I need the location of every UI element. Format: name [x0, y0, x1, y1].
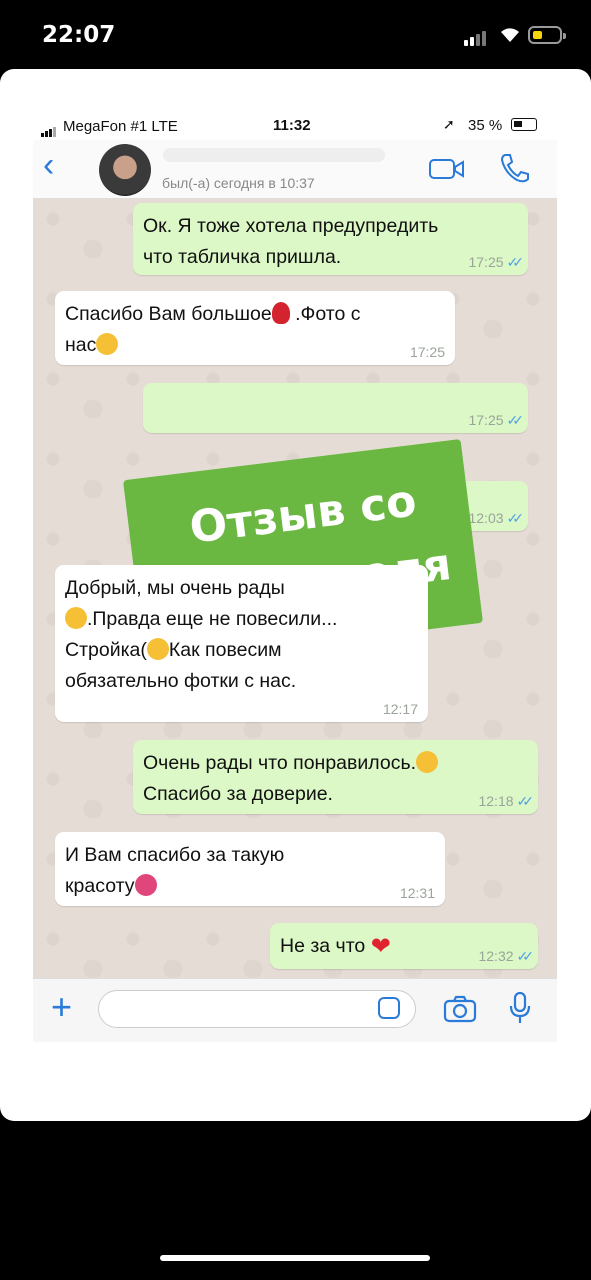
smile-emoji-icon [146, 638, 169, 660]
message-text: Добрый, мы очень рады [65, 577, 285, 599]
inner-status-time: 11:32 [273, 117, 311, 134]
wink-emoji-icon [416, 751, 439, 773]
chat-header: ‹ был(-а) сегодня в 10:37 [33, 140, 557, 199]
message-text: Не за что [280, 935, 366, 957]
message-text: Стройка( [65, 639, 147, 661]
message-text: Ок. Я тоже хотела предупредить [143, 215, 439, 237]
inner-status-bar: MegaFon #1 LTE 11:32 ➚ 35 % [33, 112, 557, 140]
message-text: Спасибо за доверие. [143, 783, 333, 805]
message-text: красоту [65, 875, 135, 897]
heart-eyes-emoji-icon [65, 607, 87, 629]
rose-emoji-icon [271, 302, 290, 324]
message-text: Очень рады что понравилось. [143, 752, 417, 774]
video-call-icon[interactable] [429, 158, 465, 185]
message-text: что табличка пришла. [143, 246, 342, 268]
chat-area: Ок. Я тоже хотела предупредить что табли… [33, 199, 557, 978]
message-input[interactable] [98, 990, 416, 1028]
wink-emoji-icon [96, 333, 119, 355]
message-bubble-outgoing[interactable]: Очень рады что понравилось. Спасибо за д… [133, 740, 538, 814]
message-text: Спасибо Вам большое [65, 303, 272, 325]
wifi-icon [498, 24, 522, 49]
inner-battery-icon [511, 118, 537, 131]
whatsapp-screenshot: MegaFon #1 LTE 11:32 ➚ 35 % ‹ был(-а) се… [33, 112, 557, 1042]
message-time: 17:25 ✓✓ [468, 254, 525, 270]
last-seen-status: был(-а) сегодня в 10:37 [162, 175, 315, 191]
message-bubble-outgoing[interactable]: Ок. Я тоже хотела предупредить что табли… [133, 203, 528, 275]
read-receipt-icon: ✓✓ [506, 510, 525, 526]
message-bubble-incoming[interactable]: И Вам спасибо за такую красоту 12:31 [55, 832, 445, 906]
outer-status-time: 22:07 [42, 22, 116, 48]
read-receipt-icon: ✓✓ [516, 948, 535, 964]
sticker-icon[interactable] [378, 997, 400, 1019]
message-time: 12:03 ✓✓ [468, 510, 525, 526]
message-text: обязательно фотки с нас. [65, 670, 297, 692]
back-icon[interactable]: ‹ [43, 148, 54, 182]
message-time: 12:31 [399, 885, 435, 901]
message-time: 12:32 ✓✓ [478, 948, 535, 964]
message-input-bar: + [33, 978, 557, 1042]
carrier-label: MegaFon #1 LTE [63, 118, 178, 135]
message-time: 17:25 [409, 344, 445, 360]
read-receipt-icon: ✓✓ [516, 793, 535, 809]
microphone-icon[interactable] [508, 991, 532, 1030]
message-bubble-incoming[interactable]: Добрый, мы очень рады .Правда еще не пов… [55, 565, 428, 722]
contact-name-redacted[interactable] [163, 148, 385, 162]
message-text: И Вам спасибо за такую [65, 844, 285, 866]
message-time: 12:18 ✓✓ [478, 793, 535, 809]
battery-icon [528, 26, 566, 44]
plus-icon[interactable]: + [51, 989, 72, 1025]
battery-percent: 35 % [468, 117, 503, 134]
message-text: нас [65, 334, 97, 356]
avatar[interactable] [99, 144, 151, 196]
message-text: .Фото с [295, 303, 361, 325]
hibiscus-emoji-icon [134, 874, 157, 896]
message-bubble-outgoing[interactable]: Не за что ❤ 12:32 ✓✓ [270, 923, 538, 969]
phone-call-icon[interactable] [499, 152, 529, 189]
message-bubble-incoming[interactable]: Спасибо Вам большое .Фото с нас 17:25 [55, 291, 455, 365]
message-bubble-outgoing[interactable]: 17:25 ✓✓ [143, 383, 528, 433]
location-arrow-icon: ➚ [443, 116, 455, 132]
message-text: Как повесим [168, 639, 282, 661]
message-text: .Правда еще не повесили... [87, 608, 338, 630]
home-indicator[interactable] [160, 1255, 430, 1261]
camera-icon[interactable] [443, 995, 477, 1028]
inner-signal-icon [41, 120, 57, 137]
message-time: 12:17 [382, 701, 418, 717]
cellular-signal-icon [464, 28, 488, 46]
read-receipt-icon: ✓✓ [506, 412, 525, 428]
message-time: 17:25 ✓✓ [468, 412, 525, 428]
read-receipt-icon: ✓✓ [506, 254, 525, 270]
heart-emoji-icon: ❤ [370, 933, 391, 960]
